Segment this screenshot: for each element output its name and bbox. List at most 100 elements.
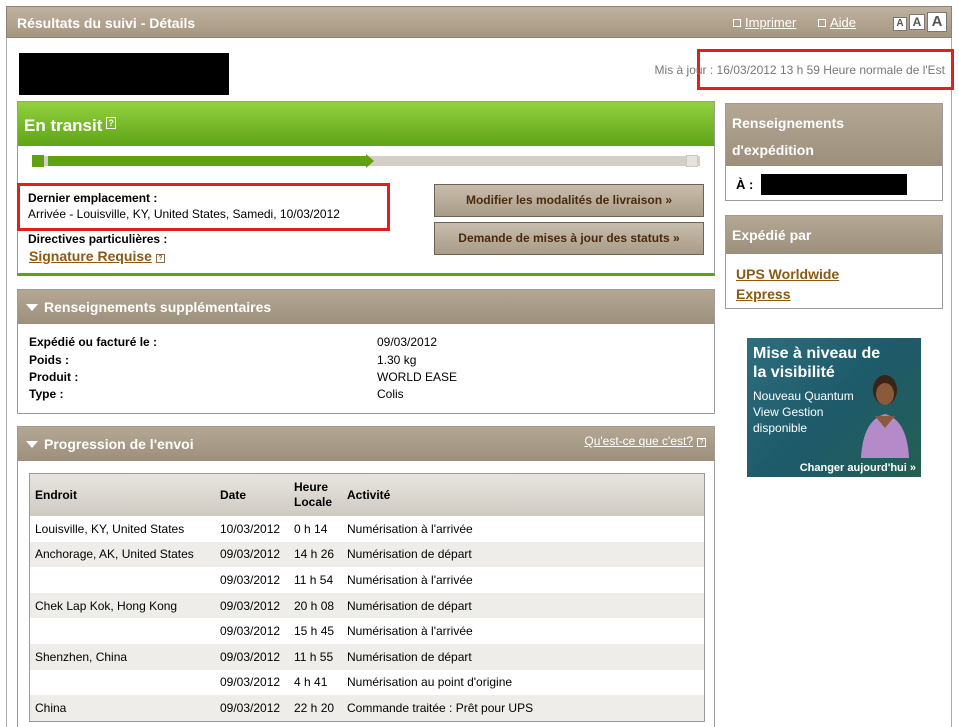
row-time: 11 h 54	[294, 572, 334, 587]
row-activity: Numérisation à l'arrivée	[347, 572, 473, 587]
row-date: 09/03/2012	[220, 675, 281, 690]
type-label: Type :	[29, 387, 64, 401]
product-value: WORLD EASE	[377, 370, 458, 384]
page-title: Résultats du suivi - Détails	[17, 15, 196, 31]
ups-link-line2[interactable]: Express	[736, 286, 790, 302]
weight-value: 1.30 kg	[377, 353, 417, 367]
row-date: 09/03/2012	[215, 643, 289, 670]
ad-cta-link[interactable]: Changer aujourd'hui »	[800, 462, 916, 474]
ad-sub-line3: disponible	[753, 421, 808, 435]
shipment-progress-panel: Progression de l'envoi Qu'est-ce que c'e…	[17, 426, 715, 727]
last-location-label: Dernier emplacement :	[28, 191, 158, 205]
row-location: Louisville, KY, United States	[35, 521, 185, 536]
row-location	[30, 567, 215, 593]
help-link[interactable]: Aide	[830, 15, 856, 30]
table-row: China 09/03/2012 22 h 20 Commande traité…	[30, 695, 704, 721]
signature-required-link[interactable]: Signature Requise?	[29, 248, 165, 264]
row-time: 14 h 26	[289, 541, 342, 568]
shipped-date-value: 09/03/2012	[377, 335, 438, 349]
ad-person-image	[861, 375, 909, 458]
shipment-progress-header[interactable]: Progression de l'envoi Qu'est-ce que c'e…	[18, 427, 714, 461]
shipped-date-label: Expédié ou facturé le :	[29, 335, 158, 349]
collapse-triangle-icon	[26, 441, 38, 448]
row-date: 09/03/2012	[220, 624, 281, 639]
header-bar: Résultats du suivi - Détails Imprimer Ai…	[6, 6, 952, 38]
table-row: 09/03/2012 4 h 41 Numérisation au point …	[30, 670, 704, 696]
row-date: 09/03/2012	[215, 541, 289, 568]
row-activity: Numérisation de départ	[342, 643, 704, 670]
shipment-info-title-line2: d'expédition	[732, 142, 814, 158]
status-title: En transit	[24, 116, 103, 135]
row-date: 10/03/2012	[220, 521, 281, 536]
row-location	[30, 670, 215, 696]
row-time: 22 h 20	[289, 695, 342, 721]
ad-title-line1: Mise à niveau de	[753, 345, 881, 362]
row-activity: Numérisation au point d'origine	[347, 675, 513, 690]
shipment-info-title-line1: Renseignements	[732, 115, 845, 131]
text-size-controls: AAA	[893, 12, 949, 32]
print-link[interactable]: Imprimer	[745, 15, 796, 30]
row-location: China	[30, 695, 215, 721]
col-location: Endroit	[30, 474, 215, 516]
progress-end-marker	[686, 155, 698, 167]
status-header: En transit?	[18, 102, 714, 146]
row-activity: Numérisation de départ	[342, 592, 704, 619]
additional-info-title: Renseignements supplémentaires	[44, 299, 272, 315]
additional-info-header[interactable]: Renseignements supplémentaires	[18, 290, 714, 324]
row-time: 20 h 08	[289, 592, 342, 619]
ad-sub-line2: View Gestion	[753, 405, 824, 419]
redacted-recipient	[761, 174, 907, 195]
additional-info-panel: Renseignements supplémentaires Expédié o…	[17, 289, 715, 414]
row-time: 4 h 41	[294, 675, 328, 690]
row-location	[30, 618, 215, 644]
progress-fill	[48, 156, 366, 166]
text-size-medium-button[interactable]: A	[909, 14, 925, 30]
progress-start-marker	[32, 155, 44, 167]
row-activity: Numérisation de départ	[342, 541, 704, 568]
print-icon	[733, 19, 741, 27]
last-updated-text: Mis à jour : 16/03/2012 13 h 59 Heure no…	[654, 63, 945, 77]
col-local-time: Heure Locale	[289, 474, 342, 516]
row-date: 09/03/2012	[215, 592, 289, 619]
last-location-value: Arrivée - Louisville, KY, United States,…	[28, 207, 340, 221]
status-updates-button[interactable]: Demande de mises à jour des statuts »	[434, 222, 704, 255]
row-date: 09/03/2012	[215, 695, 289, 721]
shipment-progress-title: Progression de l'envoi	[44, 436, 194, 452]
table-row: Anchorage, AK, United States 09/03/2012 …	[30, 541, 704, 568]
what-is-this-text[interactable]: Qu'est-ce que c'est?	[584, 434, 693, 448]
status-help-icon[interactable]: ?	[106, 117, 116, 129]
col-date: Date	[215, 474, 289, 516]
table-row: 09/03/2012 15 h 45 Numérisation à l'arri…	[30, 618, 704, 644]
special-instructions-label: Directives particulières :	[28, 232, 168, 246]
type-value: Colis	[377, 387, 404, 401]
progress-bar	[32, 154, 700, 168]
table-row: 09/03/2012 11 h 54 Numérisation à l'arri…	[30, 567, 704, 593]
quantum-view-ad-banner[interactable]: Mise à niveau de la visibilité Nouveau Q…	[747, 338, 921, 477]
shipment-info-header: Renseignements d'expédition	[726, 104, 942, 166]
ups-worldwide-express-link[interactable]: UPS Worldwide Express	[736, 264, 839, 304]
what-is-this-help-icon[interactable]: ?	[697, 438, 706, 447]
ad-sub-line1: Nouveau Quantum	[753, 389, 854, 403]
signature-required-text[interactable]: Signature Requise	[29, 248, 152, 264]
recipient-label: À :	[736, 177, 754, 192]
collapse-triangle-icon	[26, 304, 38, 311]
ups-link-line1[interactable]: UPS Worldwide	[736, 266, 839, 282]
row-location: Anchorage, AK, United States	[30, 541, 215, 568]
table-row: Shenzhen, China 09/03/2012 11 h 55 Numér…	[30, 643, 704, 670]
modify-delivery-button[interactable]: Modifier les modalités de livraison »	[434, 184, 704, 217]
ad-subtitle: Nouveau Quantum View Gestion disponible	[753, 388, 854, 436]
col-time-line2: Locale	[294, 495, 333, 509]
text-size-large-button[interactable]: A	[927, 12, 947, 32]
row-time: 11 h 55	[289, 643, 342, 670]
row-date: 09/03/2012	[220, 572, 281, 587]
text-size-small-button[interactable]: A	[893, 17, 907, 31]
progress-table: Endroit Date Heure Locale Activité Louisv…	[30, 474, 704, 721]
row-location: Chek Lap Kok, Hong Kong	[30, 592, 215, 619]
row-time: 15 h 45	[294, 624, 335, 639]
progress-arrow-icon	[366, 154, 374, 168]
signature-help-icon[interactable]: ?	[155, 254, 165, 263]
row-time: 0 h 14	[294, 521, 328, 536]
what-is-this-link[interactable]: Qu'est-ce que c'est??	[584, 434, 706, 448]
progress-table-wrapper: Endroit Date Heure Locale Activité Louisv…	[29, 473, 705, 722]
row-activity: Numérisation à l'arrivée	[347, 624, 473, 639]
